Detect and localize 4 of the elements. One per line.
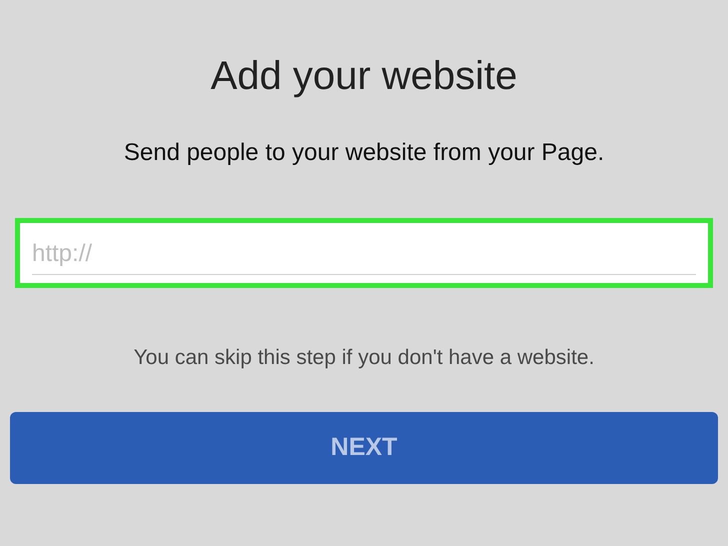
page-subtitle: Send people to your website from your Page. [124, 138, 604, 168]
website-field[interactable]: http:// [15, 218, 713, 288]
skip-hint: You can skip this step if you don't have a website. [134, 345, 594, 371]
page-title: Add your website [210, 53, 518, 100]
